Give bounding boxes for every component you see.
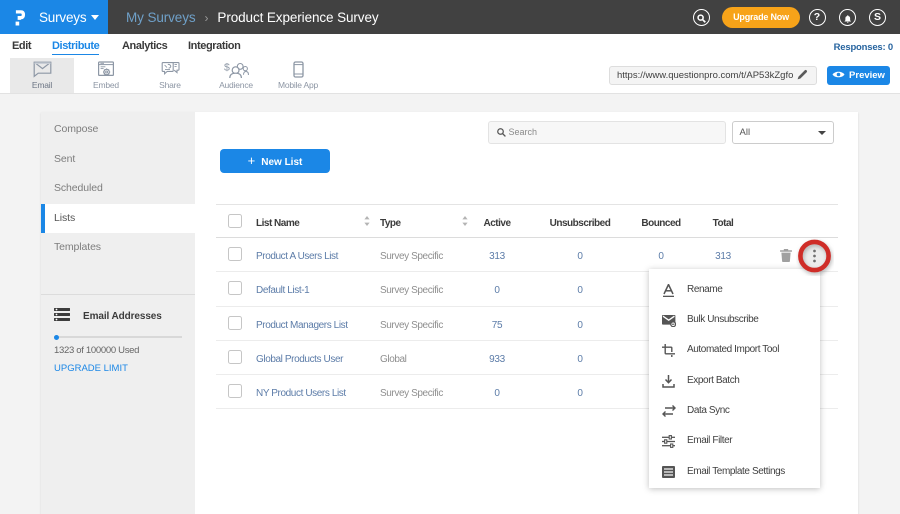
svg-text:$: $ — [224, 62, 230, 74]
